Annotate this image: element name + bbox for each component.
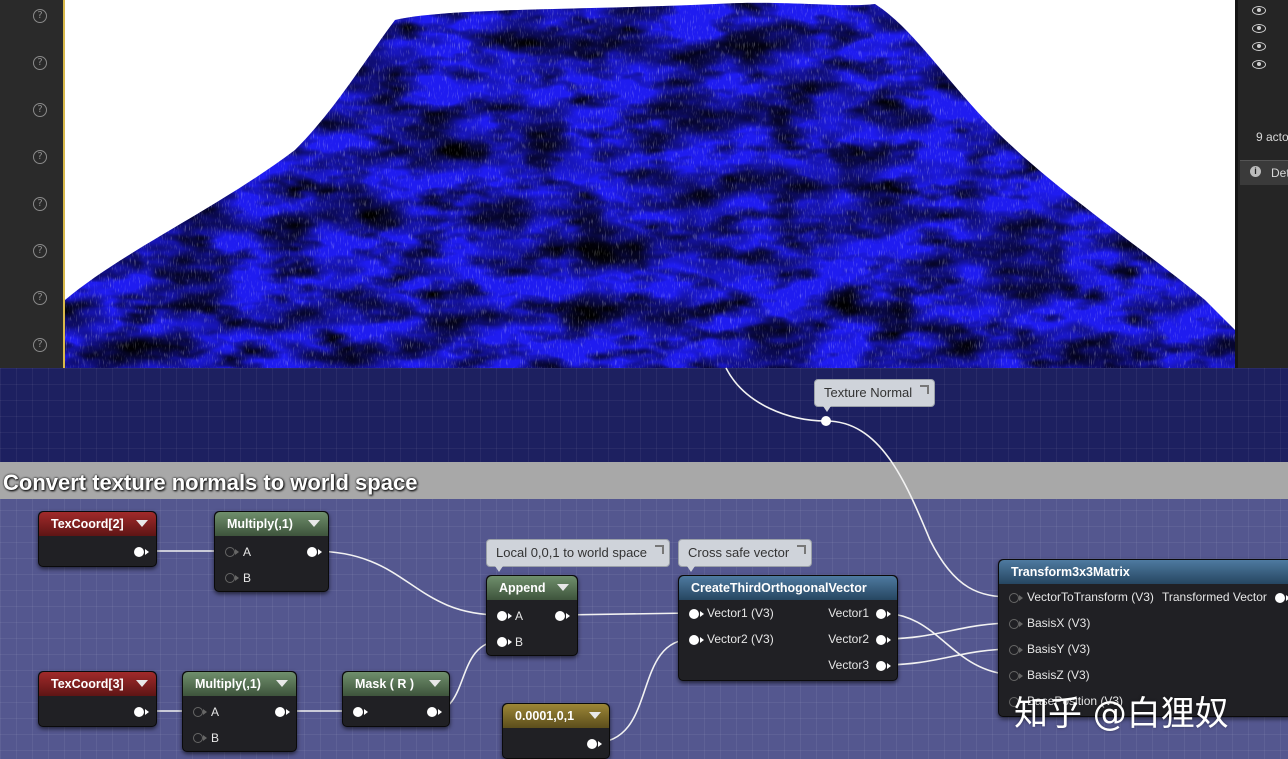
pin-label: A bbox=[211, 705, 220, 719]
input-pin[interactable] bbox=[497, 637, 512, 647]
create-third-orthogonal-vector-node[interactable]: CreateThirdOrthogonalVector Vector1 (V3)… bbox=[678, 575, 898, 681]
input-pin[interactable] bbox=[1009, 645, 1023, 655]
wire bbox=[880, 622, 1015, 640]
output-pin[interactable] bbox=[427, 707, 442, 717]
node-header[interactable]: Multiply(,1) bbox=[183, 672, 296, 696]
node-title: Append bbox=[499, 581, 546, 595]
wire bbox=[825, 420, 1013, 598]
chevron-down-icon[interactable] bbox=[276, 680, 288, 687]
output-pin[interactable] bbox=[1275, 593, 1288, 603]
pin-label: A bbox=[243, 545, 252, 559]
node-header[interactable]: 0.0001,0,1 bbox=[503, 704, 609, 728]
input-pin[interactable] bbox=[225, 547, 239, 557]
pin-label: Vector2 (V3) bbox=[707, 632, 774, 646]
pin-label: A bbox=[515, 609, 524, 623]
output-pin[interactable] bbox=[555, 611, 570, 621]
output-pin[interactable] bbox=[876, 609, 891, 619]
cross-safe-tooltip: Cross safe vector bbox=[678, 539, 813, 572]
output-pin[interactable] bbox=[876, 635, 891, 645]
pin-label: BasisZ (V3) bbox=[1027, 668, 1090, 682]
reroute-node[interactable] bbox=[821, 416, 831, 426]
chevron-down-icon[interactable] bbox=[308, 520, 320, 527]
multiply-node[interactable]: Multiply(,1) A B bbox=[214, 511, 329, 592]
mask-node[interactable]: Mask ( R ) bbox=[342, 671, 450, 727]
input-pin[interactable] bbox=[225, 573, 239, 583]
input-pin[interactable] bbox=[689, 635, 704, 645]
pin-label: Transformed Vector bbox=[1162, 590, 1267, 604]
input-pin[interactable] bbox=[1009, 671, 1023, 681]
pin-label: B bbox=[243, 571, 252, 585]
input-pin[interactable] bbox=[193, 733, 207, 743]
texture-normal-tooltip: Texture Normal bbox=[814, 379, 936, 412]
node-header[interactable]: TexCoord[3] bbox=[39, 672, 156, 696]
output-pin[interactable] bbox=[275, 707, 290, 717]
append-node[interactable]: Append A B bbox=[486, 575, 578, 656]
wire bbox=[880, 648, 1015, 666]
node-title: TexCoord[3] bbox=[51, 677, 124, 691]
chevron-down-icon[interactable] bbox=[136, 520, 148, 527]
input-pin[interactable] bbox=[353, 707, 368, 717]
input-pin[interactable] bbox=[1009, 619, 1023, 629]
pin-label: Vector1 (V3) bbox=[707, 606, 774, 620]
node-header[interactable]: Mask ( R ) bbox=[343, 672, 449, 696]
node-header[interactable]: Append bbox=[487, 576, 577, 600]
node-title: Multiply(,1) bbox=[195, 677, 261, 691]
input-pin[interactable] bbox=[689, 609, 704, 619]
watermark: 知乎 @白狸奴 bbox=[1014, 694, 1229, 734]
pin-label: BasisX (V3) bbox=[1027, 616, 1091, 630]
chevron-down-icon[interactable] bbox=[429, 680, 441, 687]
node-title: Multiply(,1) bbox=[227, 517, 293, 531]
pin-label: Vector3 bbox=[828, 658, 869, 672]
pin-label: B bbox=[515, 635, 524, 649]
input-pin[interactable] bbox=[497, 611, 512, 621]
input-pin[interactable] bbox=[1009, 593, 1023, 603]
output-pin[interactable] bbox=[134, 547, 149, 557]
wire bbox=[311, 550, 502, 616]
node-title: CreateThirdOrthogonalVector bbox=[691, 581, 867, 595]
chevron-down-icon[interactable] bbox=[557, 584, 569, 591]
multiply-node[interactable]: Multiply(,1) A B bbox=[182, 671, 297, 752]
output-pin[interactable] bbox=[307, 547, 322, 557]
constant-vector-node[interactable]: 0.0001,0,1 bbox=[502, 703, 610, 759]
node-header[interactable]: Transform3x3Matrix bbox=[999, 560, 1288, 584]
output-pin[interactable] bbox=[876, 661, 891, 671]
node-header[interactable]: TexCoord[2] bbox=[39, 512, 156, 536]
pin-label: VectorToTransform (V3) bbox=[1027, 590, 1154, 604]
chevron-down-icon[interactable] bbox=[136, 680, 148, 687]
pin-label: Vector2 bbox=[828, 632, 869, 646]
output-pin[interactable] bbox=[587, 739, 602, 749]
local-to-world-tooltip: Local 0,0,1 to world space bbox=[486, 539, 671, 572]
wire bbox=[880, 612, 1015, 676]
output-pin[interactable] bbox=[134, 707, 149, 717]
node-title: 0.0001,0,1 bbox=[515, 709, 575, 723]
chevron-down-icon[interactable] bbox=[589, 712, 601, 719]
input-pin[interactable] bbox=[193, 707, 207, 717]
node-header[interactable]: CreateThirdOrthogonalVector bbox=[679, 576, 897, 600]
node-title: Mask ( R ) bbox=[355, 677, 415, 691]
pin-label: B bbox=[211, 731, 220, 745]
wire bbox=[559, 612, 694, 616]
node-title: Transform3x3Matrix bbox=[1011, 565, 1130, 579]
texcoord3-node[interactable]: TexCoord[3] bbox=[38, 671, 157, 727]
node-header[interactable]: Multiply(,1) bbox=[215, 512, 328, 536]
texcoord2-node[interactable]: TexCoord[2] bbox=[38, 511, 157, 567]
wire bbox=[725, 367, 827, 422]
node-title: TexCoord[2] bbox=[51, 517, 124, 531]
pin-label: BasisY (V3) bbox=[1027, 642, 1091, 656]
pin-label: Vector1 bbox=[828, 606, 869, 620]
